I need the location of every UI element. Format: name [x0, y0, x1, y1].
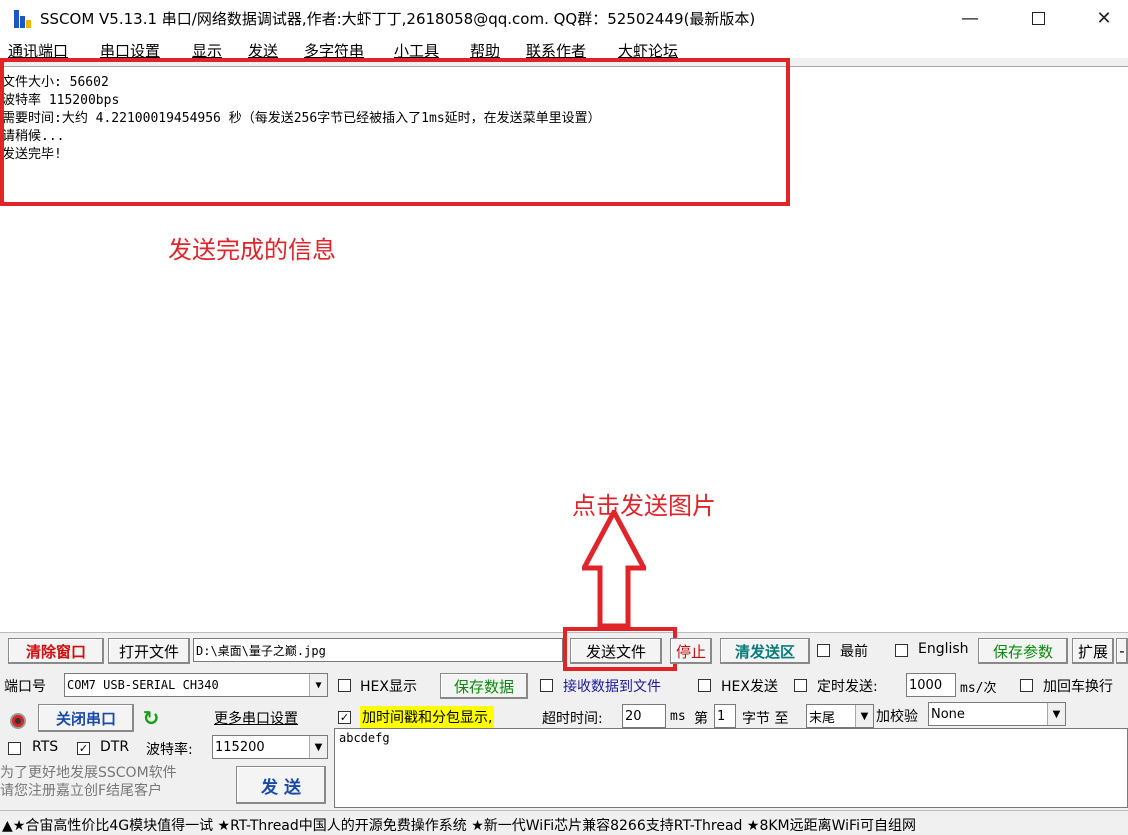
expand-button[interactable]: 扩展: [1072, 638, 1114, 664]
baud-value: 115200: [215, 739, 265, 755]
stop-button[interactable]: 停止: [670, 638, 712, 664]
collapse-button[interactable]: -: [1116, 638, 1128, 664]
save-params-button[interactable]: 保存参数: [978, 638, 1068, 664]
checksum-select[interactable]: None ▼: [928, 702, 1066, 726]
checksum-label: 加校验: [876, 709, 918, 725]
topmost-label: 最前: [840, 644, 868, 660]
menu-display[interactable]: 显示: [192, 40, 222, 58]
interval-input[interactable]: 1000: [906, 673, 956, 697]
clear-send-button[interactable]: 清发送区: [720, 638, 810, 664]
send-input[interactable]: abcdefg: [334, 728, 1128, 808]
menu-tools[interactable]: 小工具: [394, 40, 439, 58]
status-bar: ▲★合宙高性价比4G模块值得一试 ★RT-Thread中国人的开源免费操作系统 …: [0, 810, 1128, 835]
timestamp-label: 加时间戳和分包显示,: [360, 706, 495, 728]
timeout-input[interactable]: 20: [622, 704, 666, 728]
port-select[interactable]: COM7 USB-SERIAL CH340 ▼: [64, 673, 328, 697]
save-data-button[interactable]: 保存数据: [440, 673, 528, 699]
checksum-value: None: [931, 706, 965, 722]
recv-to-file-label: 接收数据到文件: [563, 679, 661, 695]
hex-display-checkbox[interactable]: [338, 679, 351, 692]
title-bar: SSCOM V5.13.1 串口/网络数据调试器,作者:大虾丁丁,2618058…: [0, 0, 1128, 36]
more-port-settings-link[interactable]: 更多串口设置: [214, 708, 298, 728]
byte-end-select[interactable]: 末尾 ▼: [806, 704, 874, 728]
timeout-unit: ms: [670, 709, 686, 724]
rts-checkbox[interactable]: [8, 742, 21, 755]
add-crlf-label: 加回车换行: [1043, 679, 1113, 695]
dtr-checkbox[interactable]: ✓: [77, 742, 90, 755]
refresh-icon[interactable]: ↻: [140, 706, 162, 730]
minimize-button[interactable]: —: [940, 0, 1000, 36]
hex-send-label: HEX发送: [721, 679, 778, 695]
byte-end-value: 末尾: [809, 710, 836, 726]
info-highlight-box: [0, 58, 790, 206]
file-path-input[interactable]: D:\桌面\量子之巅.jpg: [193, 638, 563, 662]
add-crlf-checkbox[interactable]: [1020, 679, 1033, 692]
baud-select[interactable]: 115200 ▼: [212, 735, 328, 759]
promo-text[interactable]: 为了更好地发展SSCOM软件 请您注册嘉立创F结尾客户: [0, 764, 232, 800]
nth-label: 第: [694, 711, 708, 727]
english-checkbox[interactable]: [895, 644, 908, 657]
send-file-highlight-box: [563, 627, 677, 671]
timed-send-label: 定时发送:: [817, 679, 878, 695]
baud-label: 波特率:: [146, 742, 193, 758]
promo-line-1: 为了更好地发展SSCOM软件: [0, 765, 177, 781]
menu-forum[interactable]: 大虾论坛: [618, 40, 678, 58]
info-annotation: 发送完成的信息: [168, 236, 336, 264]
hex-send-checkbox[interactable]: [698, 679, 711, 692]
port-value: COM7 USB-SERIAL CH340: [67, 678, 219, 692]
app-icon: [14, 8, 32, 28]
clear-window-button[interactable]: 清除窗口: [8, 638, 104, 664]
port-label: 端口号: [4, 679, 46, 695]
port-status-indicator: [10, 713, 26, 729]
promo-line-2: 请您注册嘉立创F结尾客户: [0, 783, 163, 799]
menu-send[interactable]: 发送: [248, 40, 278, 58]
byte-start-input[interactable]: 1: [714, 704, 736, 728]
timestamp-checkbox[interactable]: ✓: [338, 711, 351, 724]
maximize-icon: [1031, 11, 1045, 25]
hex-display-label: HEX显示: [360, 679, 417, 695]
close-button[interactable]: ✕: [1074, 0, 1128, 36]
menu-port[interactable]: 通讯端口: [8, 40, 68, 58]
menu-contact[interactable]: 联系作者: [526, 40, 586, 58]
menu-serial-settings[interactable]: 串口设置: [100, 40, 160, 58]
send-button[interactable]: 发 送: [236, 766, 326, 804]
topmost-checkbox[interactable]: [817, 644, 830, 657]
rts-label: RTS: [32, 739, 59, 755]
menu-bar: 通讯端口 串口设置 显示 发送 多字符串 小工具 帮助 联系作者 大虾论坛: [0, 36, 1128, 58]
window-title: SSCOM V5.13.1 串口/网络数据调试器,作者:大虾丁丁,2618058…: [40, 9, 756, 28]
arrow-up-icon: [582, 510, 646, 628]
chevron-down-icon: ▼: [855, 705, 873, 727]
byte-to-label: 字节 至: [742, 711, 789, 727]
menu-multi-string[interactable]: 多字符串: [304, 40, 364, 58]
dtr-label: DTR: [100, 739, 130, 755]
close-port-button[interactable]: 关闭串口: [38, 704, 134, 732]
menu-help[interactable]: 帮助: [470, 40, 500, 58]
recv-to-file-checkbox[interactable]: [540, 679, 553, 692]
chevron-down-icon: ▼: [1047, 703, 1065, 725]
chevron-down-icon: ▼: [309, 736, 327, 758]
open-file-button[interactable]: 打开文件: [108, 638, 190, 664]
chevron-down-icon: ▼: [309, 674, 327, 696]
english-label: English: [918, 641, 969, 657]
timeout-label: 超时时间:: [542, 711, 603, 727]
maximize-button[interactable]: [1008, 0, 1068, 36]
timed-send-checkbox[interactable]: [794, 679, 807, 692]
interval-unit: ms/次: [960, 681, 997, 696]
